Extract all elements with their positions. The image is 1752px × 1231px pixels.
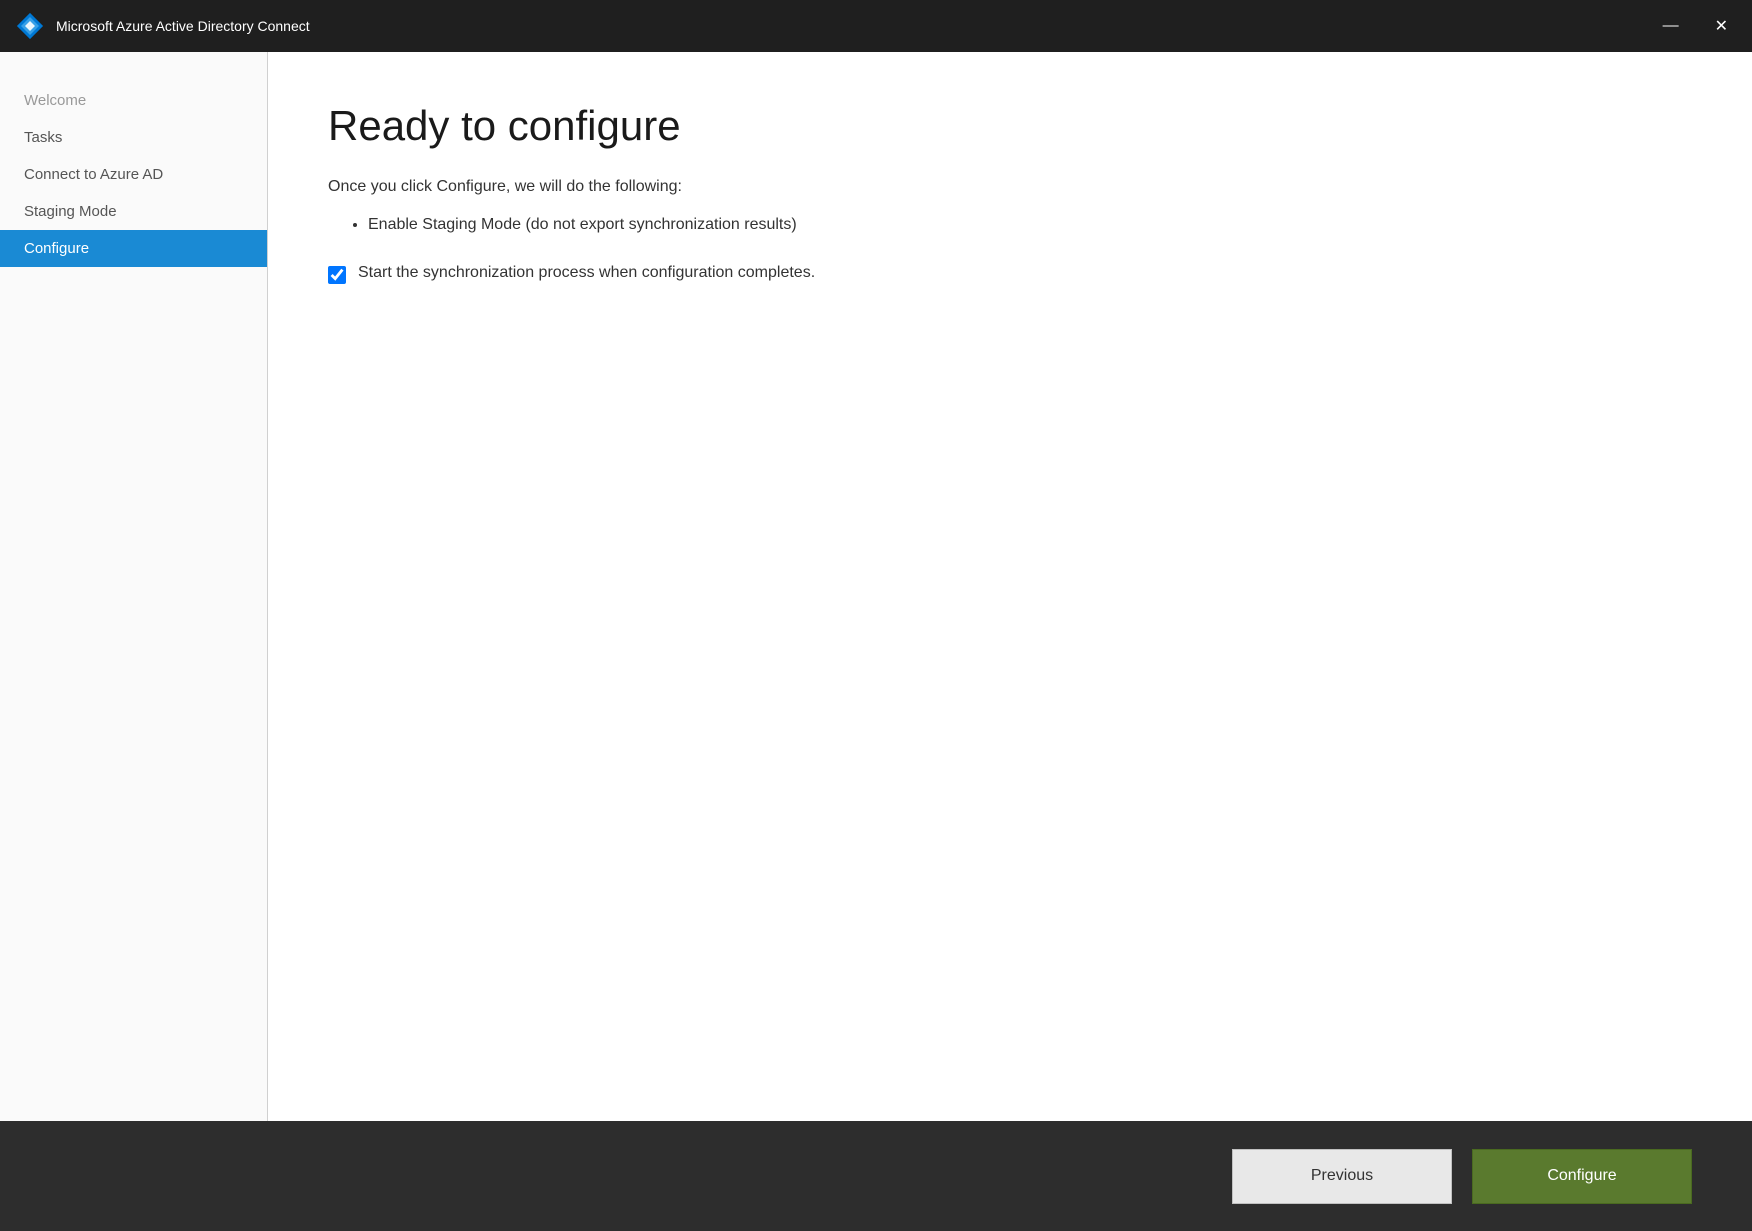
sidebar-item-tasks[interactable]: Tasks xyxy=(0,119,267,156)
titlebar-left: Microsoft Azure Active Directory Connect xyxy=(16,12,310,40)
app-window: Microsoft Azure Active Directory Connect… xyxy=(0,0,1752,1231)
sidebar-item-staging-mode[interactable]: Staging Mode xyxy=(0,193,267,230)
page-description: Once you click Configure, we will do the… xyxy=(328,178,1692,196)
configure-button[interactable]: Configure xyxy=(1472,1149,1692,1204)
sync-checkbox-row: Start the synchronization process when c… xyxy=(328,264,1692,284)
titlebar-title: Microsoft Azure Active Directory Connect xyxy=(56,18,310,34)
close-button[interactable]: ✕ xyxy=(1707,12,1736,40)
sidebar-item-connect-azure-ad[interactable]: Connect to Azure AD xyxy=(0,156,267,193)
bullet-list: Enable Staging Mode (do not export synch… xyxy=(368,216,1692,234)
azure-ad-logo xyxy=(16,12,44,40)
sync-checkbox-label: Start the synchronization process when c… xyxy=(358,264,815,282)
sidebar-item-welcome[interactable]: Welcome xyxy=(0,82,267,119)
content-area: Welcome Tasks Connect to Azure AD Stagin… xyxy=(0,52,1752,1231)
titlebar-controls: — ✕ xyxy=(1655,12,1736,40)
sync-checkbox[interactable] xyxy=(328,266,346,284)
footer-bar: Previous Configure xyxy=(0,1121,1752,1231)
sidebar-item-configure[interactable]: Configure xyxy=(0,230,267,267)
bullet-item-1: Enable Staging Mode (do not export synch… xyxy=(368,216,1692,234)
page-title: Ready to configure xyxy=(328,102,1692,150)
page-content: Ready to configure Once you click Config… xyxy=(268,52,1752,1121)
titlebar: Microsoft Azure Active Directory Connect… xyxy=(0,0,1752,52)
main-content: Welcome Tasks Connect to Azure AD Stagin… xyxy=(0,52,1752,1121)
sidebar: Welcome Tasks Connect to Azure AD Stagin… xyxy=(0,52,268,1121)
minimize-button[interactable]: — xyxy=(1655,13,1687,39)
previous-button[interactable]: Previous xyxy=(1232,1149,1452,1204)
